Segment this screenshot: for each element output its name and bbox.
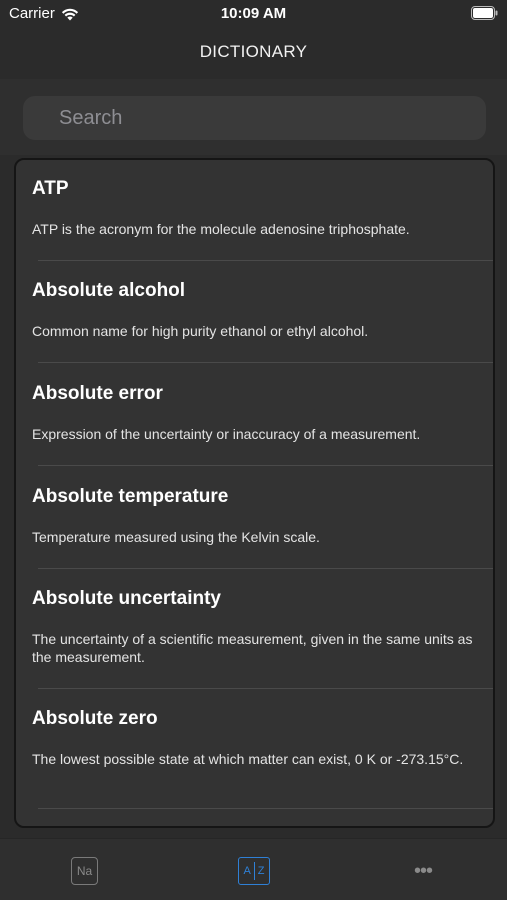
entry-term: Absolute error [32, 383, 163, 404]
divider [38, 465, 493, 466]
tab-elements[interactable]: Na [71, 857, 98, 885]
tab-more[interactable]: ••• [410, 857, 436, 885]
entry-definition: The uncertainty of a scientific measurem… [32, 631, 473, 665]
entry-definition: Expression of the uncertainty or inaccur… [32, 426, 421, 442]
battery-icon [471, 6, 498, 20]
divider [38, 688, 493, 689]
tab-dictionary[interactable]: A Z [238, 857, 270, 885]
list-item[interactable]: Absolute temperature Temperature measure… [16, 468, 493, 570]
tab-bar: Na A Z ••• [0, 838, 507, 900]
list-item[interactable]: Absolute error Expression of the uncerta… [16, 365, 493, 468]
divider [38, 260, 493, 261]
entry-definition: Temperature measured using the Kelvin sc… [32, 529, 320, 545]
list-item[interactable]: Absolute uncertainty The uncertainty of … [16, 570, 493, 690]
entry-definition: Common name for high purity ethanol or e… [32, 323, 369, 339]
dictionary-tab-icon-z: Z [257, 865, 265, 877]
entry-term: Absolute zero [32, 708, 158, 729]
page-title: DICTIONARY [199, 42, 308, 61]
dictionary-tab-icon-a: A [243, 865, 251, 877]
status-bar: Carrier 10:09 AM [0, 0, 507, 30]
more-icon: ••• [413, 859, 433, 882]
list-item[interactable]: ATP ATP is the acronym for the molecule … [16, 160, 493, 262]
dictionary-tab-divider [253, 862, 255, 880]
elements-tab-icon: Na [76, 864, 93, 878]
divider [38, 568, 493, 569]
search-bar [0, 79, 507, 155]
status-time: 10:09 AM [220, 5, 287, 22]
divider [38, 362, 493, 363]
entry-term: Absolute temperature [32, 486, 229, 507]
divider [38, 808, 493, 809]
search-input[interactable] [23, 96, 486, 140]
dictionary-list: ATP ATP is the acronym for the molecule … [14, 158, 495, 828]
list-item[interactable]: Absolute alcohol Common name for high pu… [16, 262, 493, 365]
list-item[interactable]: Absolute zero The lowest possible state … [16, 690, 493, 810]
entry-definition: ATP is the acronym for the molecule aden… [32, 221, 410, 237]
entry-term: ATP [32, 178, 69, 199]
entry-term: Absolute alcohol [32, 280, 186, 301]
entry-term: Absolute uncertainty [32, 588, 221, 609]
entry-definition: The lowest possible state at which matte… [32, 751, 464, 767]
dictionary-screen: Carrier 10:09 AM DICTIONARY ATP ATP is t… [0, 0, 507, 900]
